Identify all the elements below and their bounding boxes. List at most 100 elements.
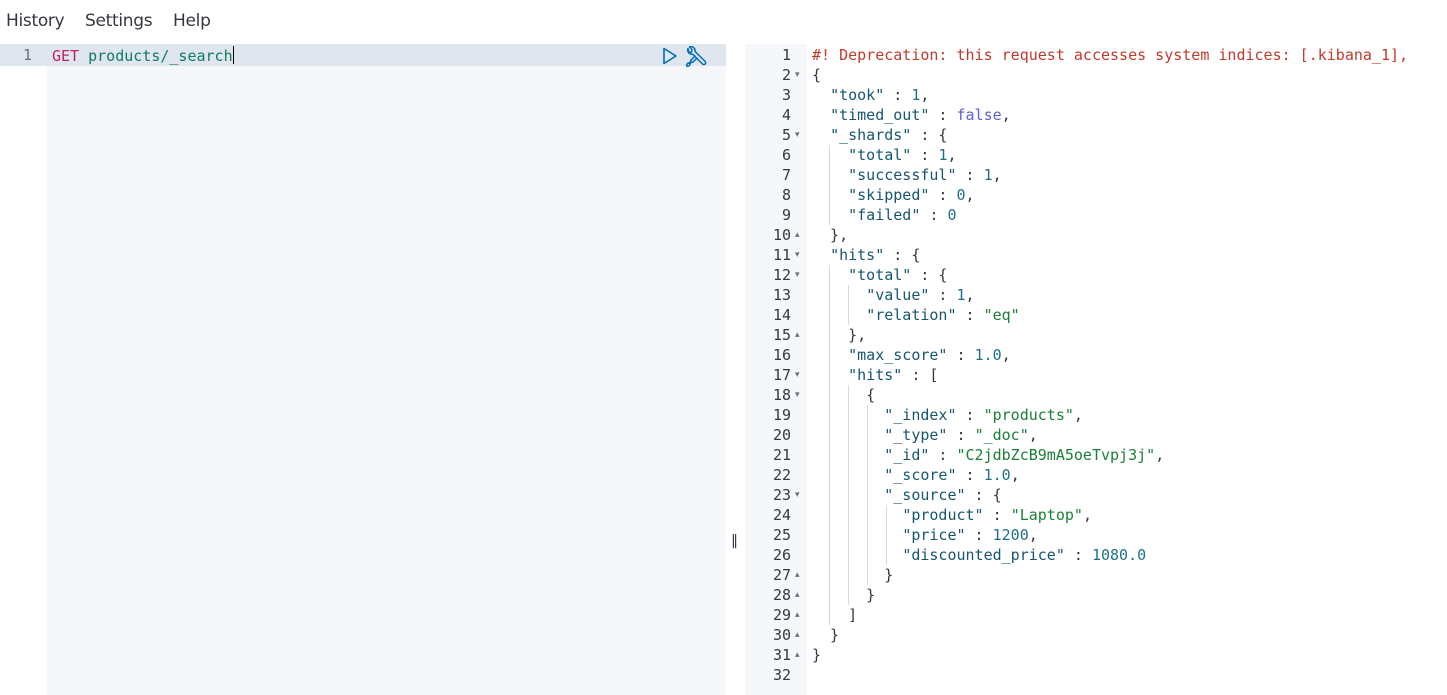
response-token: "_index" — [884, 406, 957, 424]
play-icon[interactable] — [662, 47, 678, 70]
response-token: : — [929, 446, 957, 464]
response-line: "value" : 1, — [812, 286, 975, 304]
fold-collapse-icon[interactable]: ▾ — [795, 130, 800, 140]
response-token: : — [956, 306, 984, 324]
response-token: , — [1001, 346, 1011, 364]
request-line-number: 1 — [22, 46, 32, 64]
response-token — [812, 126, 830, 144]
response-line-number: 1 — [781, 46, 791, 64]
response-line: } — [812, 626, 839, 644]
fold-expand-icon[interactable]: ▴ — [795, 570, 800, 580]
request-line[interactable]: GET products/_search — [52, 46, 234, 65]
response-token — [812, 146, 848, 164]
response-line: }, — [812, 226, 848, 244]
response-line-number: 17 — [772, 366, 791, 384]
fold-expand-icon[interactable]: ▴ — [795, 330, 800, 340]
fold-expand-icon[interactable]: ▴ — [795, 610, 800, 620]
response-token: : { — [911, 126, 948, 144]
response-line: "total" : { — [812, 266, 947, 284]
response-line-number: 13 — [772, 286, 791, 304]
response-line-number: 7 — [781, 166, 791, 184]
response-line-number: 14 — [772, 306, 791, 324]
menu-history[interactable]: History — [6, 11, 65, 31]
fold-expand-icon[interactable]: ▴ — [795, 630, 800, 640]
response-line-number: 18 — [772, 386, 791, 404]
response-token: "_source" — [884, 486, 966, 504]
response-line-number: 3 — [781, 86, 791, 104]
fold-collapse-icon[interactable]: ▾ — [795, 250, 800, 260]
response-line: }, — [812, 326, 866, 344]
response-line-number: 26 — [772, 546, 791, 564]
response-line-number: 10 — [772, 226, 791, 244]
response-token: "total" — [848, 146, 912, 164]
response-token — [812, 366, 848, 384]
menu-settings[interactable]: Settings — [85, 11, 153, 31]
response-line-number: 24 — [772, 506, 791, 524]
response-token: "_doc" — [974, 426, 1029, 444]
fold-collapse-icon[interactable]: ▾ — [795, 270, 800, 280]
fold-collapse-icon[interactable]: ▾ — [795, 490, 800, 500]
request-editor[interactable] — [47, 44, 726, 695]
response-token: , — [1155, 446, 1165, 464]
response-token — [812, 526, 902, 544]
response-token: "max_score" — [848, 346, 948, 364]
response-token: , — [1082, 506, 1092, 524]
response-token: "timed_out" — [830, 106, 930, 124]
response-token: "discounted_price" — [902, 546, 1065, 564]
response-token: , — [965, 286, 975, 304]
response-token — [812, 466, 884, 484]
request-path: products/_search — [88, 47, 233, 65]
response-token: : — [956, 406, 984, 424]
response-token: 1080.0 — [1091, 546, 1147, 564]
response-token: , — [992, 166, 1002, 184]
response-line-number: 20 — [772, 426, 791, 444]
response-line-number: 30 — [772, 626, 791, 644]
resize-handle-icon[interactable]: ‖ — [731, 533, 738, 549]
fold-expand-icon[interactable]: ▴ — [795, 650, 800, 660]
response-token — [812, 406, 884, 424]
response-line: "total" : 1, — [812, 146, 956, 164]
response-token: , — [920, 86, 930, 104]
response-line-number: 12 — [772, 266, 791, 284]
response-token: : — [911, 146, 939, 164]
fold-expand-icon[interactable]: ▴ — [795, 590, 800, 600]
response-line: "max_score" : 1.0, — [812, 346, 1011, 364]
response-token: "value" — [866, 286, 930, 304]
response-token: : { — [884, 246, 921, 264]
response-line-number: 2 — [781, 66, 791, 84]
menu-bar: History Settings Help — [0, 0, 1447, 44]
response-line: "failed" : 0 — [812, 206, 956, 224]
response-token — [812, 106, 830, 124]
response-line-number: 9 — [781, 206, 791, 224]
response-line: "product" : "Laptop", — [812, 506, 1092, 524]
response-line-number: 25 — [772, 526, 791, 544]
response-line-number: 28 — [772, 586, 791, 604]
menu-help[interactable]: Help — [173, 11, 211, 31]
response-token: "hits" — [830, 246, 885, 264]
response-line: "discounted_price" : 1080.0 — [812, 546, 1146, 564]
response-token: { — [812, 386, 876, 404]
response-token — [812, 446, 884, 464]
response-token: , — [965, 186, 975, 204]
wrench-icon[interactable] — [684, 45, 708, 73]
response-line: "_type" : "_doc", — [812, 426, 1038, 444]
response-token: , — [1001, 106, 1011, 124]
response-token: "successful" — [848, 166, 957, 184]
response-line: "_source" : { — [812, 486, 1001, 504]
response-token: : — [929, 106, 957, 124]
fold-expand-icon[interactable]: ▴ — [795, 230, 800, 240]
response-line: "price" : 1200, — [812, 526, 1037, 544]
fold-collapse-icon[interactable]: ▾ — [795, 370, 800, 380]
response-token: 1.0 — [974, 346, 1002, 364]
response-line: } — [812, 646, 821, 664]
response-token: "_score" — [884, 466, 957, 484]
response-token — [812, 346, 848, 364]
fold-collapse-icon[interactable]: ▾ — [795, 390, 800, 400]
fold-collapse-icon[interactable]: ▾ — [795, 70, 800, 80]
response-token: : — [1064, 546, 1092, 564]
response-token — [812, 246, 830, 264]
response-token: }, — [812, 226, 849, 244]
response-token — [812, 166, 848, 184]
response-line-number: 5 — [781, 126, 791, 144]
response-token: : { — [911, 266, 948, 284]
